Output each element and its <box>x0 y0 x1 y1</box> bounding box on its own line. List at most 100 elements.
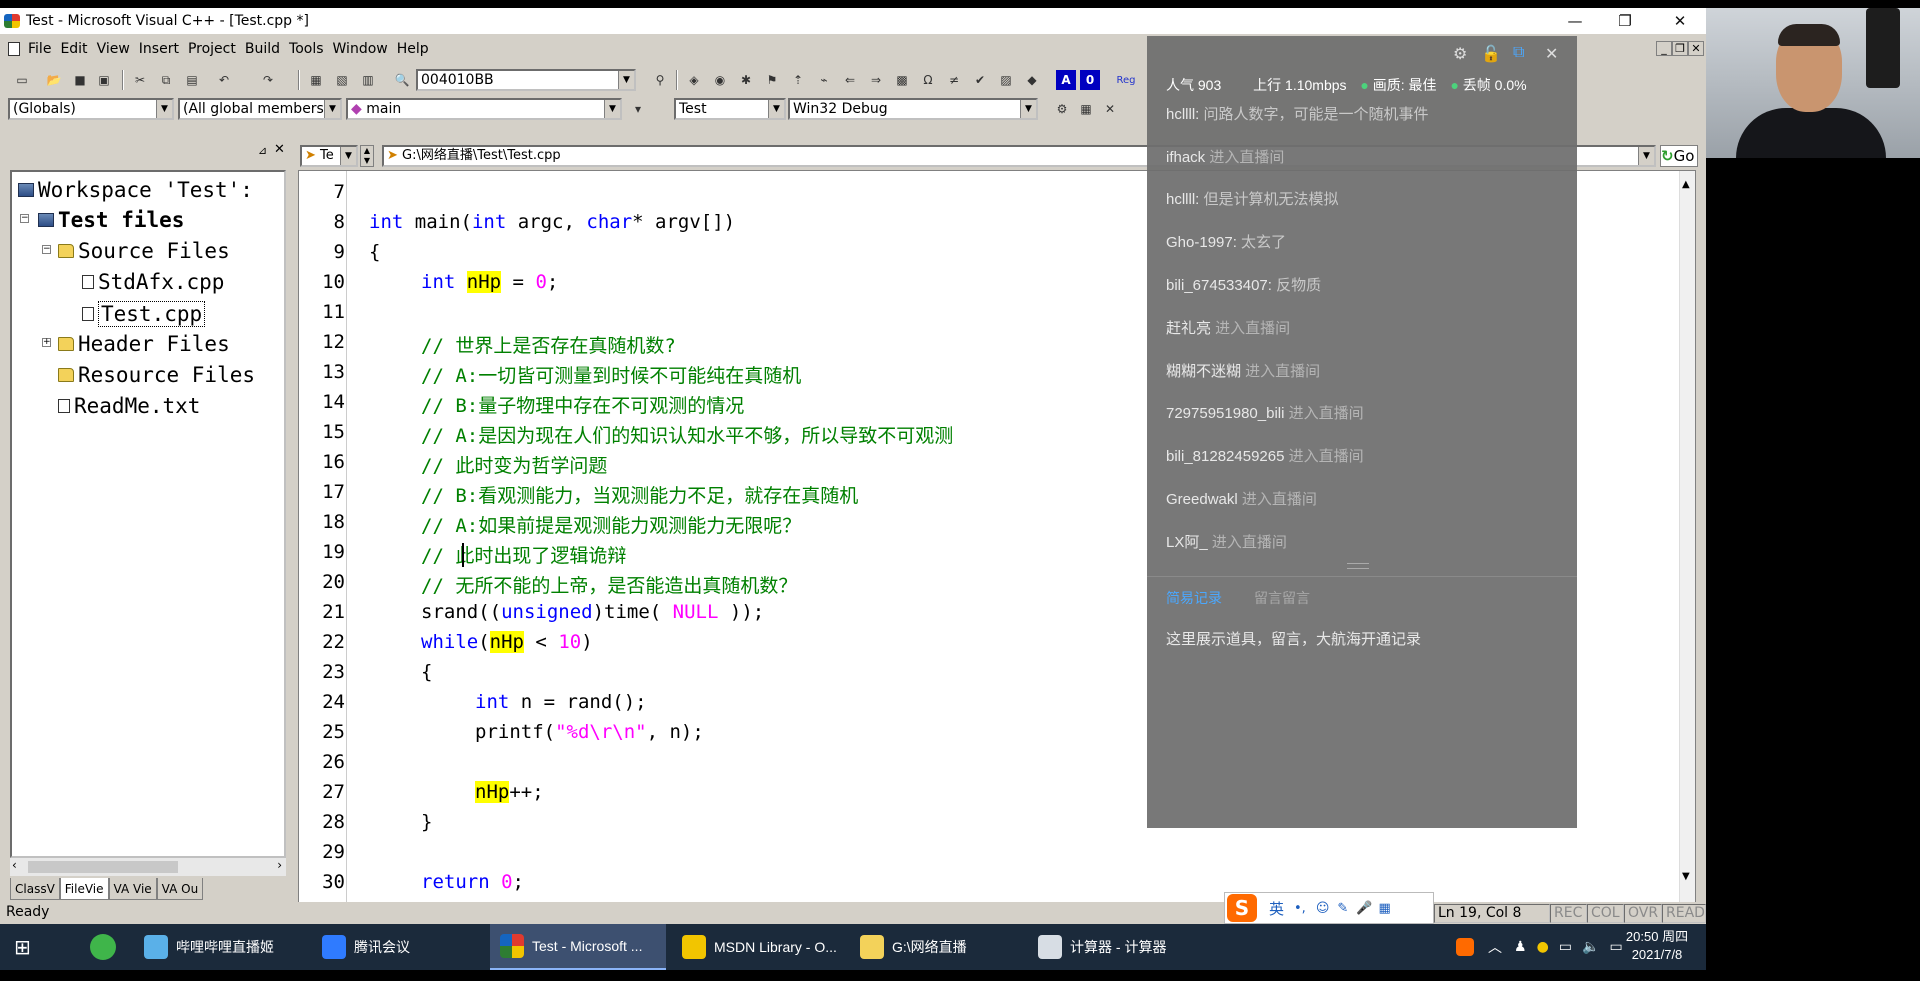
tray-volume-icon[interactable]: 🔈 <box>1582 939 1599 955</box>
wizard-action-icon[interactable]: ▾ <box>628 99 648 119</box>
tray-network-icon[interactable]: ▭ <box>1559 939 1572 955</box>
members-combo[interactable]: (All global members ▼ <box>178 98 342 120</box>
stop-build-icon[interactable]: ✕ <box>1100 99 1120 119</box>
taskbar-calculator[interactable]: 计算器 - 计算器 <box>1034 924 1194 970</box>
close-button[interactable]: ✕ <box>1655 8 1705 34</box>
taskbar-explorer[interactable]: G:\网络直播 <box>856 924 1026 970</box>
spin-icon[interactable]: ▲ ▼ <box>360 145 374 167</box>
dropdown-arrow-icon[interactable]: ▼ <box>618 71 634 89</box>
project-combo[interactable]: Test ▼ <box>674 98 786 120</box>
taskbar-visual-cpp[interactable]: Test - Microsoft ... <box>490 924 666 970</box>
settings-icon[interactable]: ⚙ <box>1453 44 1467 64</box>
tray-expand-icon[interactable]: ︿ <box>1488 937 1502 957</box>
dropdown-arrow-icon[interactable]: ▼ <box>768 100 784 118</box>
menu-file[interactable]: File <box>28 41 51 57</box>
debug-icon-10[interactable]: ✔ <box>970 70 990 90</box>
arrow-right-icon[interactable]: ⇒ <box>866 70 886 90</box>
workspace-icon[interactable]: ▦ <box>306 70 326 90</box>
menu-insert[interactable]: Insert <box>139 41 179 57</box>
resize-grip-icon[interactable] <box>1347 563 1369 569</box>
lock-icon[interactable]: 🔓 <box>1481 44 1501 64</box>
debug-icon-6[interactable]: ⌁ <box>814 70 834 90</box>
scroll-right-icon[interactable]: › <box>277 858 282 872</box>
taskbar-msdn[interactable]: MSDN Library - O... <box>672 924 842 970</box>
menu-tools[interactable]: Tools <box>289 41 324 57</box>
debug-icon-1[interactable]: ◈ <box>684 70 704 90</box>
pane-close-icon[interactable]: ✕ <box>274 142 285 157</box>
reg-icon[interactable]: Reg <box>1116 70 1136 90</box>
go-button[interactable]: ↻ Go <box>1660 145 1698 167</box>
toolbox-icon[interactable]: ▦ <box>1378 901 1390 916</box>
tab-comments[interactable]: 留言留言 <box>1254 588 1310 608</box>
scroll-left-icon[interactable]: ‹ <box>12 858 17 872</box>
pane-pin-icon[interactable]: ⊿ <box>258 144 267 157</box>
mdi-restore-button[interactable]: ❐ <box>1672 41 1688 56</box>
redo-icon[interactable]: ↷ <box>258 70 278 90</box>
menu-edit[interactable]: Edit <box>60 41 87 57</box>
debug-icon-7[interactable]: ▩ <box>892 70 912 90</box>
debug-icon-11[interactable]: ▨ <box>996 70 1016 90</box>
tab-gift-records[interactable]: 简易记录 <box>1166 588 1222 608</box>
start-windows-icon[interactable]: ⊞ <box>14 935 31 959</box>
mdi-close-button[interactable]: ✕ <box>1688 41 1704 56</box>
dropdown-arrow-icon[interactable]: ▼ <box>340 147 356 165</box>
debug-icon-12[interactable]: ◆ <box>1022 70 1042 90</box>
dropdown-arrow-icon[interactable]: ▼ <box>324 100 340 118</box>
pin-icon[interactable]: ⧉ <box>1513 44 1524 62</box>
ime-lang[interactable]: 英 <box>1269 898 1284 919</box>
pen-icon[interactable]: ✎ <box>1337 901 1348 916</box>
build-icon[interactable]: ▦ <box>1076 99 1096 119</box>
debug-icon-8[interactable]: Ω <box>918 70 938 90</box>
tab-va-outline[interactable]: VA Ou <box>156 878 204 900</box>
find-in-files-icon[interactable]: ⚲ <box>650 70 670 90</box>
dropdown-arrow-icon[interactable]: ▼ <box>1020 100 1036 118</box>
find-icon[interactable]: 🔍 <box>392 70 412 90</box>
menu-project[interactable]: Project <box>188 41 236 57</box>
scroll-thumb[interactable] <box>28 861 178 873</box>
editor-vscroll[interactable]: ▲ ▼ <box>1679 171 1695 905</box>
tree-workspace-root[interactable]: Workspace 'Test': <box>18 178 253 202</box>
dropdown-arrow-icon[interactable]: ▼ <box>1638 147 1654 165</box>
voice-icon[interactable]: 🎤 <box>1356 901 1372 916</box>
tab-classview[interactable]: ClassV <box>10 878 60 900</box>
scroll-up-icon[interactable]: ▲ <box>1682 179 1690 190</box>
debug-icon-4[interactable]: ⚑ <box>762 70 782 90</box>
config-combo[interactable]: Win32 Debug ▼ <box>788 98 1038 120</box>
mdi-minimize-button[interactable]: _ <box>1656 41 1672 56</box>
cut-icon[interactable]: ✂ <box>130 70 150 90</box>
workspace-hscroll[interactable]: ‹ › <box>10 858 286 876</box>
sogou-logo-icon[interactable]: S <box>1227 894 1257 922</box>
output-icon[interactable]: ▧ <box>332 70 352 90</box>
va-0-icon[interactable]: 0 <box>1080 70 1100 90</box>
taskbar-bilibili-live[interactable]: 哔哩哔哩直播姬 <box>140 924 312 970</box>
scope-combo[interactable]: (Globals) ▼ <box>8 98 174 120</box>
menu-help[interactable]: Help <box>397 41 429 57</box>
collapse-icon[interactable]: − <box>42 245 51 254</box>
emoji-icon[interactable]: ☺ <box>1316 901 1330 916</box>
expand-icon[interactable]: + <box>42 338 51 347</box>
collapse-icon[interactable]: − <box>20 214 29 223</box>
scroll-down-icon[interactable]: ▼ <box>1682 871 1690 882</box>
open-icon[interactable]: 📂 <box>44 70 64 90</box>
address-combo[interactable]: 004010BB ▼ <box>416 69 636 91</box>
taskbar-tencent-meeting[interactable]: 腾讯会议 <box>318 924 484 970</box>
arrow-left-icon[interactable]: ⇐ <box>840 70 860 90</box>
debug-icon-2[interactable]: ◉ <box>710 70 730 90</box>
tray-security-icon[interactable]: ● <box>1537 939 1549 955</box>
debug-icon-3[interactable]: ✱ <box>736 70 756 90</box>
tab-va-view[interactable]: VA Vie <box>108 878 157 900</box>
taskbar-clock[interactable]: 20:50 周四 2021/7/8 <box>1614 928 1700 964</box>
tree-header-files[interactable]: Header Files <box>58 332 230 356</box>
minimize-button[interactable]: — <box>1550 8 1600 34</box>
dropdown-arrow-icon[interactable]: ▼ <box>604 100 620 118</box>
function-combo[interactable]: ◆ main ▼ <box>346 98 622 120</box>
dropdown-arrow-icon[interactable]: ▼ <box>156 100 172 118</box>
window-list-icon[interactable]: ▥ <box>358 70 378 90</box>
overlay-close-icon[interactable]: ✕ <box>1545 44 1558 64</box>
tree-readme[interactable]: ReadMe.txt <box>58 394 200 418</box>
menu-build[interactable]: Build <box>245 41 280 57</box>
copy-icon[interactable]: ⧉ <box>156 70 176 90</box>
debug-icon-9[interactable]: ≠ <box>944 70 964 90</box>
menu-window[interactable]: Window <box>333 41 388 57</box>
tree-file-stdafx[interactable]: StdAfx.cpp <box>82 270 224 294</box>
